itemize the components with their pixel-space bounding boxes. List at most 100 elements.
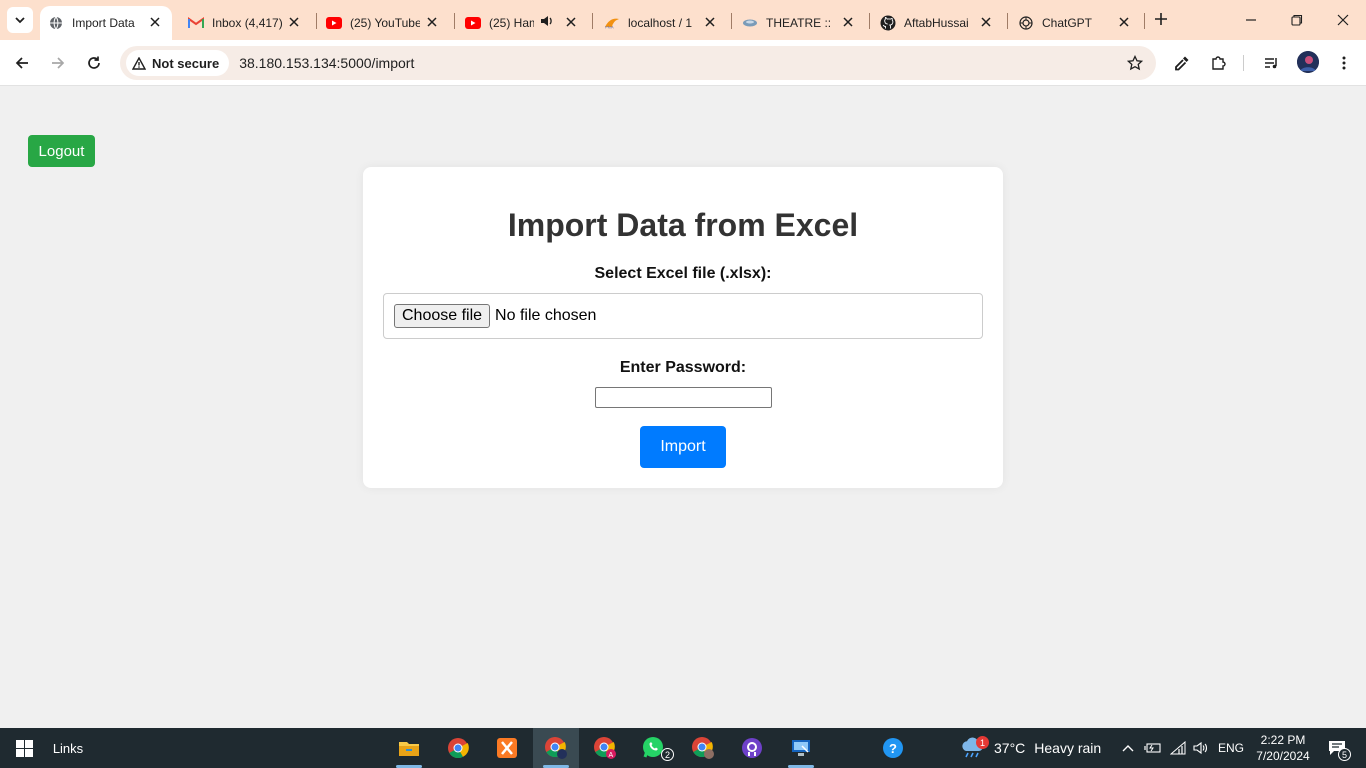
- file-explorer-icon: [399, 742, 419, 756]
- taskbar-github-desktop[interactable]: [729, 728, 775, 768]
- taskbar-get-help[interactable]: ?: [870, 728, 916, 768]
- media-controls-button[interactable]: [1258, 49, 1286, 77]
- svg-text:PMA: PMA: [605, 25, 614, 30]
- forward-button[interactable]: [44, 49, 72, 77]
- tab-gmail[interactable]: Inbox (4,417): [180, 6, 311, 40]
- tab-search-button[interactable]: [7, 7, 33, 33]
- tab-import-data[interactable]: Import Data: [40, 6, 172, 40]
- action-center-button[interactable]: 5: [1320, 728, 1354, 768]
- gmail-icon: [188, 15, 204, 31]
- links-toolbar[interactable]: Links: [48, 728, 88, 768]
- taskbar-file-explorer[interactable]: [386, 728, 432, 768]
- extensions-button[interactable]: [1204, 49, 1232, 77]
- start-button[interactable]: [0, 728, 48, 768]
- tab-theatre[interactable]: THEATRE :: p: [734, 6, 865, 40]
- chrome-profile-2-icon: [692, 737, 714, 759]
- volume-control[interactable]: [1190, 728, 1212, 768]
- taskbar-remote-desktop[interactable]: [778, 728, 824, 768]
- youtube-icon: [326, 15, 342, 31]
- language-indicator[interactable]: ENG: [1214, 728, 1248, 768]
- close-icon[interactable]: [564, 15, 578, 29]
- restore-button[interactable]: [1274, 0, 1320, 40]
- chrome-profile-a-icon: A: [594, 737, 616, 759]
- tab-chatgpt[interactable]: ChatGPT: [1010, 6, 1141, 40]
- weather-alert-badge: 1: [976, 736, 989, 749]
- tab-separator: [592, 13, 593, 29]
- logout-button[interactable]: Logout: [28, 135, 95, 167]
- close-icon[interactable]: [703, 15, 717, 29]
- tab-title: Import Data: [72, 16, 135, 30]
- bookmark-button[interactable]: [1124, 52, 1146, 74]
- speaker-icon: [1193, 741, 1208, 755]
- tab-youtube-audio[interactable]: (25) Ham: [457, 6, 588, 40]
- arrow-left-icon: [15, 57, 28, 69]
- reload-button[interactable]: [80, 49, 108, 77]
- close-icon[interactable]: [425, 15, 439, 29]
- windows-taskbar: Links A 2 ? 1 37°C Heavy rain ENG 2:22 P…: [0, 728, 1366, 768]
- show-hidden-icons-button[interactable]: [1118, 728, 1138, 768]
- taskbar-xampp[interactable]: [484, 728, 530, 768]
- tab-github[interactable]: AftabHussain: [872, 6, 1003, 40]
- battery-charging-icon: [1144, 743, 1161, 753]
- close-icon[interactable]: [1117, 15, 1131, 29]
- close-icon[interactable]: [841, 15, 855, 29]
- chevron-down-icon: [15, 17, 25, 24]
- profile-avatar[interactable]: [1297, 51, 1319, 73]
- chatgpt-icon: [1018, 15, 1034, 31]
- tab-separator: [454, 13, 455, 29]
- youtube-icon: [465, 15, 481, 31]
- minimize-button[interactable]: [1228, 0, 1274, 40]
- password-input[interactable]: [595, 387, 772, 408]
- speaker-icon[interactable]: [540, 14, 556, 30]
- reload-icon: [88, 56, 100, 69]
- clock[interactable]: 2:22 PM 7/20/2024: [1250, 728, 1316, 768]
- taskbar-chrome-profile[interactable]: [533, 728, 579, 768]
- tab-title: AftabHussain: [904, 16, 968, 30]
- network-status[interactable]: [1167, 728, 1189, 768]
- svg-text:?: ?: [889, 741, 897, 756]
- links-label: Links: [52, 740, 84, 756]
- plus-icon: [1155, 13, 1167, 25]
- arrow-right-icon: [52, 57, 65, 69]
- new-tab-button[interactable]: [1150, 8, 1172, 30]
- close-icon[interactable]: [979, 15, 993, 29]
- chevron-up-icon: [1122, 745, 1134, 752]
- tab-phpmyadmin[interactable]: PMA localhost / 1: [596, 6, 727, 40]
- puzzle-icon: [1212, 56, 1226, 70]
- eyedropper-extension-button[interactable]: [1168, 49, 1196, 77]
- url-text[interactable]: 38.180.153.134:5000/import: [239, 55, 414, 71]
- address-bar[interactable]: Not secure 38.180.153.134:5000/import: [120, 46, 1156, 80]
- battery-status[interactable]: [1142, 728, 1164, 768]
- windows-logo-icon: [15, 739, 33, 757]
- menu-button[interactable]: [1330, 49, 1358, 77]
- tab-title: (25) YouTube: [350, 16, 420, 30]
- tab-title: Inbox (4,417): [212, 16, 283, 30]
- file-label: Select Excel file (.xlsx):: [594, 265, 772, 282]
- tab-youtube[interactable]: (25) YouTube: [318, 6, 449, 40]
- browser-toolbar: Not secure 38.180.153.134:5000/import: [0, 40, 1366, 86]
- file-input[interactable]: Choose file No file chosen: [383, 293, 983, 339]
- phpmyadmin-icon: PMA: [604, 15, 620, 31]
- taskbar-whatsapp[interactable]: 2: [631, 728, 677, 768]
- star-icon: [1127, 55, 1143, 71]
- close-icon[interactable]: [287, 15, 301, 29]
- close-window-button[interactable]: [1320, 0, 1366, 40]
- back-button[interactable]: [8, 49, 36, 77]
- no-file-text: No file chosen: [495, 307, 597, 324]
- taskbar-chrome[interactable]: [435, 728, 481, 768]
- tab-title: ChatGPT: [1042, 16, 1093, 30]
- import-button[interactable]: Import: [640, 426, 726, 468]
- tab-title: THEATRE :: p: [766, 16, 832, 30]
- svg-text:A: A: [609, 752, 614, 759]
- weather-widget[interactable]: 1 37°C Heavy rain: [960, 728, 1106, 768]
- taskbar-chrome-profile-a[interactable]: A: [582, 728, 628, 768]
- page-content: Logout Import Data from Excel Select Exc…: [0, 87, 1366, 728]
- language-label: ENG: [1217, 741, 1244, 755]
- clock-date: 7/20/2024: [1256, 749, 1310, 763]
- security-chip[interactable]: Not secure: [126, 50, 230, 76]
- toolbar-divider: [1243, 55, 1244, 71]
- chrome-icon: [448, 738, 469, 759]
- taskbar-chrome-profile-2[interactable]: [680, 728, 726, 768]
- choose-file-button[interactable]: Choose file: [394, 304, 491, 328]
- close-icon[interactable]: [148, 15, 162, 29]
